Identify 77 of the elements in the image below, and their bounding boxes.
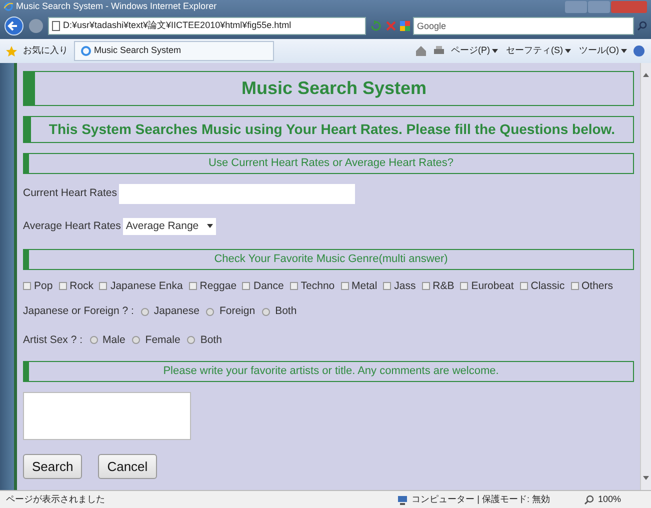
menu-button[interactable]: ツール(O) <box>579 44 627 58</box>
checkbox-label: Japanese Enka <box>110 280 183 292</box>
window-title: Music Search System - Windows Internet Explorer <box>16 0 217 13</box>
section-heading: Use Current Heart Rates or Average Heart Rates? <box>23 153 634 174</box>
stop-icon[interactable] <box>386 21 396 31</box>
favorites-button[interactable]: お気に入り <box>23 44 68 58</box>
page-icon <box>52 21 60 31</box>
menu-button[interactable]: セーフティ(S) <box>506 44 571 58</box>
radio-label: Both <box>275 304 297 319</box>
back-icon[interactable] <box>4 16 24 36</box>
checkbox-label: Jass <box>394 280 416 292</box>
radio-button[interactable] <box>90 336 98 344</box>
search-icon[interactable] <box>637 21 647 31</box>
radio-button[interactable] <box>140 308 149 316</box>
checkbox-label: R&B <box>432 280 454 292</box>
refresh-icon[interactable] <box>370 20 382 32</box>
checkbox[interactable] <box>422 282 430 290</box>
radio-button[interactable] <box>206 308 214 316</box>
computer-icon <box>396 494 408 504</box>
checkbox[interactable] <box>460 282 468 290</box>
checkbox-label: Eurobeat <box>471 280 514 292</box>
comment-box[interactable] <box>23 392 191 440</box>
radio-label: Foreign <box>219 304 256 319</box>
form-button[interactable]: Cancel <box>98 454 157 480</box>
search-provider-icon <box>400 21 410 31</box>
radio-label: Male <box>102 332 126 348</box>
star-icon[interactable] <box>6 46 17 56</box>
field-label: Average Heart Rates <box>23 218 121 234</box>
checkbox[interactable] <box>290 282 298 290</box>
browser-logo-icon <box>4 2 13 11</box>
radio-button[interactable] <box>132 336 140 344</box>
checkbox[interactable] <box>570 282 578 290</box>
checkbox[interactable] <box>58 282 67 290</box>
checkbox[interactable] <box>23 282 31 290</box>
maximize-button[interactable] <box>588 0 610 12</box>
section-heading: Check Your Favorite Music Genre(multi answer) <box>23 249 634 270</box>
checkbox-label: Pop <box>34 280 53 292</box>
checkbox[interactable] <box>520 282 528 290</box>
average-range-dropdown[interactable]: Average Range <box>122 218 216 236</box>
print-icon[interactable] <box>433 45 445 57</box>
checkbox[interactable] <box>99 282 108 290</box>
checkbox-label: Classic <box>530 280 565 292</box>
checkbox-label: Rock <box>70 280 94 292</box>
checkbox[interactable] <box>188 282 197 290</box>
checkbox-label: Others <box>582 280 614 292</box>
address-field[interactable]: D:¥usr¥tadashi¥text¥論文¥IICTEE2010¥html¥fig55e.html <box>48 17 366 35</box>
checkbox[interactable] <box>242 282 250 290</box>
browser-tab[interactable]: Music Search System <box>74 41 274 61</box>
radio-button[interactable] <box>262 308 270 316</box>
checkbox[interactable] <box>383 282 392 290</box>
checkbox-label: Dance <box>253 280 284 292</box>
question-label: Artist Sex ? : <box>23 332 83 348</box>
form-button[interactable]: Search <box>23 454 82 480</box>
menu-button[interactable]: ページ(P) <box>451 44 498 58</box>
radio-label: Both <box>200 332 222 348</box>
radio-button[interactable] <box>187 336 196 344</box>
checkbox-label: Techno <box>300 280 335 292</box>
zoom-level[interactable]: 100% <box>598 492 621 506</box>
status-text: ページが表示されました <box>6 492 105 506</box>
heart-rate-field[interactable] <box>118 184 355 204</box>
home-icon[interactable] <box>415 45 427 57</box>
page-subtitle: This System Searches Music using Your Heart Rates. Please fill the Questions below. <box>23 116 634 143</box>
question-label: Japanese or Foreign ? : <box>23 304 134 319</box>
section-heading: Please write your favorite artists or title. Any comments are welcome. <box>23 361 634 382</box>
checkbox-label: Reggae <box>200 280 237 292</box>
caret-icon <box>206 224 213 228</box>
checkbox[interactable] <box>340 282 349 290</box>
field-label: Current Heart Rates <box>23 186 117 201</box>
radio-label: Female <box>145 332 180 348</box>
checkbox-label: Metal <box>352 280 378 292</box>
scrollbar[interactable] <box>640 63 651 490</box>
security-zone-text: コンピューター | 保護モード: 無効 <box>412 492 550 506</box>
zoom-icon[interactable] <box>584 494 594 504</box>
browser-logo-icon <box>81 46 91 56</box>
minimize-button[interactable] <box>565 0 587 12</box>
search-field[interactable]: Google <box>413 17 634 35</box>
radio-label: Japanese <box>154 304 200 319</box>
